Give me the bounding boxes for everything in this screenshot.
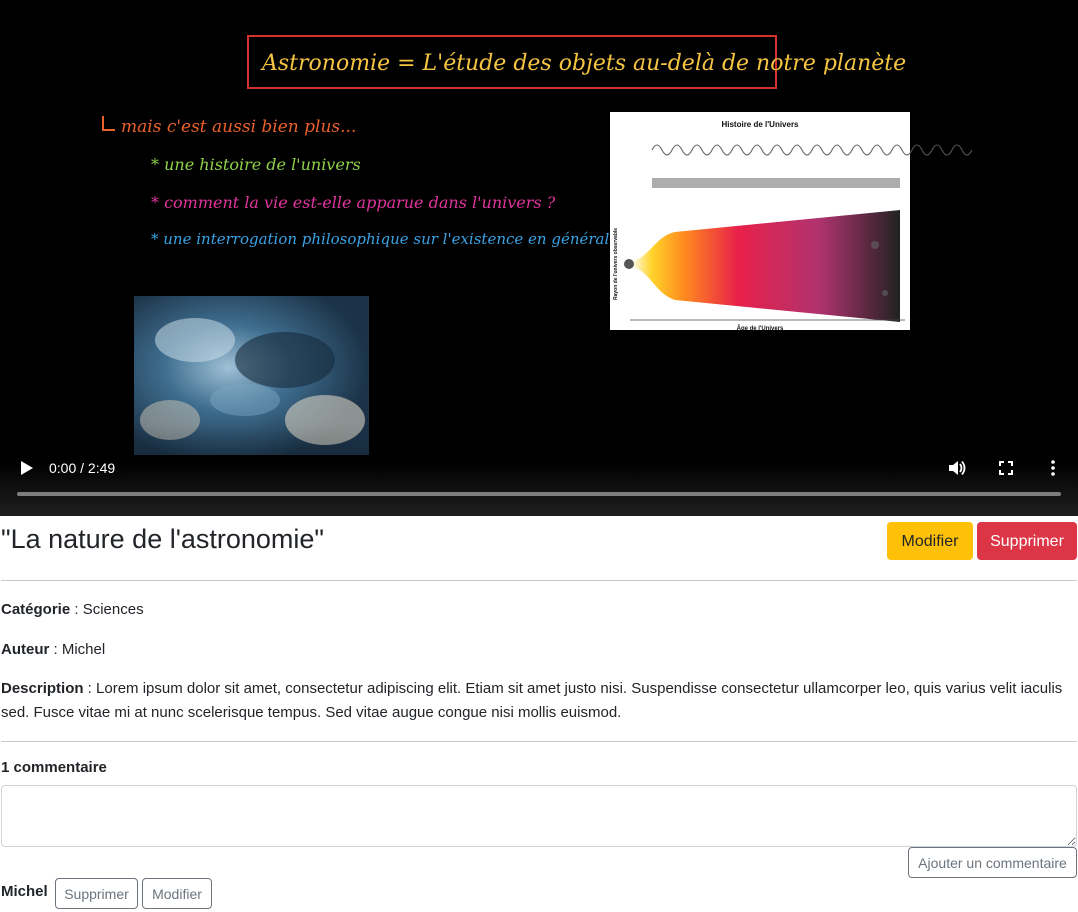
author-value: Michel [61,641,106,658]
author-row: Auteur : Michel [1,641,106,658]
category-value: Sciences [82,601,144,618]
time-display: 0:00 / 2:49 [49,460,116,476]
delete-video-button[interactable]: Supprimer [977,522,1077,560]
play-icon[interactable] [16,458,36,478]
diagram-title: Histoire de l'Univers [721,120,799,129]
description-value: Lorem ipsum dolor sit amet, consectetur … [1,680,1063,721]
divider [1,741,1077,742]
category-row: Catégorie : Sciences [1,601,144,618]
volume-icon[interactable] [947,458,967,478]
author-label: Auteur [1,641,50,658]
description-label: Description [1,680,84,697]
slide-bullet-3: * une interrogation philosophique sur l'… [151,230,609,248]
progress-bar[interactable] [17,492,1061,496]
description-row: Description : Lorem ipsum dolor sit amet… [1,680,1063,721]
edit-comment-button[interactable]: Modifier [142,878,212,909]
slide-bullet-2: * comment la vie est-elle apparue dans l… [151,193,556,212]
edit-video-button[interactable]: Modifier [887,522,973,560]
more-vert-icon[interactable] [1043,458,1063,478]
diagram-xlabel: Âge de l'Univers [737,325,784,332]
comment-input[interactable] [1,785,1077,847]
slide-bullet-1: * une histoire de l'univers [151,155,361,174]
diagram-ylabel: Rayon de l'univers observable [613,228,619,300]
fullscreen-icon[interactable] [996,458,1016,478]
video-player[interactable]: Astronomie = L'étude des objets au-delà … [0,0,1078,516]
slide-heading: Astronomie = L'étude des objets au-delà … [260,51,906,76]
divider [1,580,1077,581]
video-header: "La nature de l'astronomie" Modifier Sup… [0,516,1078,572]
comment-author: Michel [1,883,48,900]
add-comment-button[interactable]: Ajouter un commentaire [908,847,1077,878]
comments-count: 1 commentaire [1,759,107,776]
video-controls: 0:00 / 2:49 [0,452,1078,484]
page-title: "La nature de l'astronomie" [1,524,325,554]
slide-lead: mais c'est aussi bien plus... [121,117,356,137]
delete-comment-button[interactable]: Supprimer [55,878,138,909]
category-label: Catégorie [1,601,71,618]
